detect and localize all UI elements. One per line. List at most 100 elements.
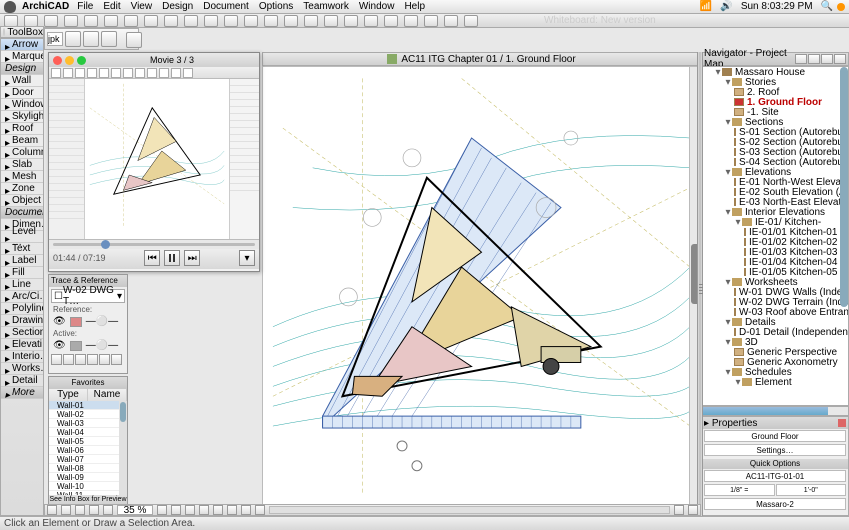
toolbar-btn-14[interactable] <box>264 15 278 27</box>
bb-arrow-right[interactable] <box>688 505 698 515</box>
toolbar-btn-22[interactable] <box>424 15 438 27</box>
trace-btn-6[interactable] <box>111 354 122 365</box>
menu-file[interactable]: File <box>77 1 93 12</box>
nav-sections[interactable]: ▾Sections <box>702 117 848 127</box>
favorite-item[interactable]: Wall-04 <box>49 428 127 437</box>
trace-dropdown[interactable]: ☐W-02 DWG T…▾ <box>51 289 125 303</box>
menu-options[interactable]: Options <box>259 1 293 12</box>
favorite-item[interactable]: Wall-06 <box>49 446 127 455</box>
nav-schedules-group[interactable]: ▾Element <box>702 377 848 387</box>
toolbar-btn-4[interactable] <box>64 15 78 27</box>
active-slider-icon[interactable]: —⚪— <box>86 340 118 351</box>
quick-option-combo1[interactable]: AC11-ITG-01-01 <box>704 470 846 482</box>
movie-tool-5[interactable] <box>99 68 109 78</box>
nav-elevation-item[interactable]: E-01 North-West Elevation (Autorebuild… <box>702 177 848 187</box>
col-type[interactable]: Type <box>49 389 88 401</box>
tool-wall[interactable]: ▸Wall <box>1 75 43 87</box>
toolbar-btn-17[interactable] <box>324 15 338 27</box>
clock[interactable]: Sun 8:03:29 PM <box>741 1 813 12</box>
tool-section-design[interactable]: Design <box>1 63 43 75</box>
nav-section-item[interactable]: S-01 Section (Autorebuild Model) <box>702 127 848 137</box>
menu-edit[interactable]: Edit <box>103 1 120 12</box>
toolbar-btn-18[interactable] <box>344 15 358 27</box>
bb-btn-12[interactable] <box>241 505 251 515</box>
movie-progress-slider[interactable] <box>49 239 259 249</box>
spotlight-icon[interactable]: 🔍 <box>821 1 833 12</box>
next-button[interactable]: ⏭ <box>184 250 200 266</box>
nav-interior-item[interactable]: IE-01/05 Kitchen-05 (Autorebuild… <box>702 267 848 277</box>
splitter[interactable] <box>697 52 703 516</box>
favorites-list[interactable]: Wall-01 Wall-02 Wall-03 Wall-04 Wall-05 … <box>49 401 127 495</box>
favorites-scrollbar[interactable] <box>119 401 127 495</box>
bb-btn-8[interactable] <box>185 505 195 515</box>
wifi-icon[interactable]: 📶 <box>700 1 712 12</box>
toolbar-btn-7[interactable] <box>124 15 138 27</box>
nav-elevations[interactable]: ▾Elevations <box>702 167 848 177</box>
bb-arrow-left[interactable] <box>674 505 684 515</box>
toolbar-btn-1[interactable] <box>4 15 18 27</box>
bb-btn-10[interactable] <box>213 505 223 515</box>
bb-btn-7[interactable] <box>171 505 181 515</box>
nav-detail-item[interactable]: D-01 Detail (Independent with Marker) <box>702 327 848 337</box>
movie-tool-6[interactable] <box>111 68 121 78</box>
nav-elevation-item[interactable]: E-02 South Elevation (Autorebuild Mod… <box>702 187 848 197</box>
bb-btn-6[interactable] <box>157 505 167 515</box>
movie-left-panel[interactable] <box>49 79 85 246</box>
nav-details[interactable]: ▾Details <box>702 317 848 327</box>
app-name[interactable]: ArchiCAD <box>22 1 69 12</box>
nav-mode-publisher-icon[interactable] <box>834 54 846 64</box>
favorite-item[interactable]: Wall-02 <box>49 410 127 419</box>
ref-slider-icon[interactable]: —⚪— <box>86 316 118 327</box>
close-icon[interactable] <box>53 56 62 65</box>
nav-interior-item[interactable]: IE-01/02 Kitchen-02 (Autorebuild… <box>702 237 848 247</box>
nav-3d-item[interactable]: Generic Axonometry <box>702 357 848 367</box>
movie-tool-9[interactable] <box>147 68 157 78</box>
active-toggle-icon[interactable]: 👁 <box>53 340 66 351</box>
menu-view[interactable]: View <box>131 1 153 12</box>
favorites-scroll-thumb[interactable] <box>120 402 126 422</box>
nav-interior-item[interactable]: IE-01/01 Kitchen-01 (Autorebuild… <box>702 227 848 237</box>
toolbar-btn-9[interactable] <box>164 15 178 27</box>
trace-btn-4[interactable] <box>87 354 98 365</box>
favorite-item[interactable]: Wall-08 <box>49 464 127 473</box>
movie-tool-4[interactable] <box>87 68 97 78</box>
zoom-level[interactable]: 35 % <box>117 505 153 515</box>
nav-worksheet-item[interactable]: W-03 Roof above Entrance (Independent… <box>702 307 848 317</box>
mode-btn-1[interactable] <box>65 31 81 47</box>
cursor-mode-button[interactable] <box>126 32 142 48</box>
toolbar-btn-2[interactable] <box>24 15 38 27</box>
toolbar-btn-12[interactable] <box>224 15 238 27</box>
favorite-item[interactable]: Wall-01 <box>49 401 127 410</box>
movie-option-button[interactable]: ▾ <box>239 250 255 266</box>
properties-close-icon[interactable] <box>838 419 846 427</box>
navigator-tree[interactable]: ▾Massaro House ▾Stories 2. Roof 1. Groun… <box>701 66 849 406</box>
toolbar-btn-6[interactable] <box>104 15 118 27</box>
nav-worksheet-item[interactable]: W-02 DWG Terrain (Independent) <box>702 297 848 307</box>
bb-btn-13[interactable] <box>255 505 265 515</box>
toolbar-btn-21[interactable] <box>404 15 418 27</box>
nav-interior-item[interactable]: IE-01/03 Kitchen-03 (Autorebuild… <box>702 247 848 257</box>
toolbar-btn-16[interactable] <box>304 15 318 27</box>
bb-btn-9[interactable] <box>199 505 209 515</box>
mode-btn-2[interactable] <box>83 31 99 47</box>
tool-section-document[interactable]: Document <box>1 207 43 219</box>
volume-icon[interactable]: 🔊 <box>720 1 732 12</box>
quick-option-combo3[interactable]: Massaro-2 <box>704 498 846 510</box>
pause-button[interactable] <box>164 250 180 266</box>
movie-tool-8[interactable] <box>135 68 145 78</box>
nav-elevation-item[interactable]: E-03 North-East Elevation (Autorebuild… <box>702 197 848 207</box>
nav-story-ground[interactable]: 1. Ground Floor <box>702 97 848 107</box>
nav-stories[interactable]: ▾Stories <box>702 77 848 87</box>
movie-titlebar[interactable]: Movie 3 / 3 <box>49 53 259 67</box>
properties-header[interactable]: ▸ Properties <box>702 417 848 429</box>
zoom-icon[interactable] <box>77 56 86 65</box>
favorite-item[interactable]: Wall-05 <box>49 437 127 446</box>
scale-right[interactable]: 1'-0" <box>776 484 847 496</box>
properties-settings-button[interactable]: Settings… <box>704 444 846 456</box>
bb-btn-4[interactable] <box>89 505 99 515</box>
bb-btn-5[interactable] <box>103 505 113 515</box>
menu-teamwork[interactable]: Teamwork <box>303 1 349 12</box>
nav-schedules[interactable]: ▾Schedules <box>702 367 848 377</box>
trace-btn-5[interactable] <box>99 354 110 365</box>
favorite-item[interactable]: Wall-09 <box>49 473 127 482</box>
